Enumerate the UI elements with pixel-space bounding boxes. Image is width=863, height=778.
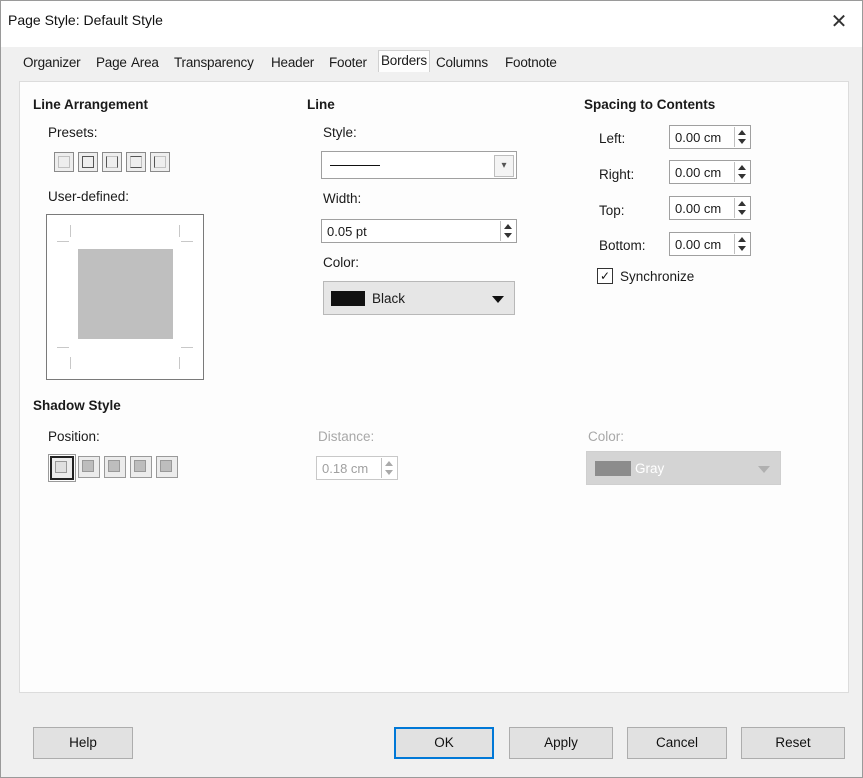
dialog-window: Page Style: Default Style ✕ Organizer Pa… xyxy=(0,0,863,778)
color-swatch xyxy=(331,291,365,306)
bottom-spacing-field[interactable]: 0.00 cm xyxy=(669,232,751,256)
line-width-value: 0.05 pt xyxy=(327,224,367,239)
ok-button[interactable]: OK xyxy=(394,727,494,759)
corner-marker-icon xyxy=(179,357,180,369)
shadow-distance-field[interactable]: 0.18 cm xyxy=(316,456,398,480)
left-spacing-value: 0.00 cm xyxy=(675,130,722,145)
bottom-spacing-value: 0.00 cm xyxy=(675,237,722,252)
tab-transparency[interactable]: Transparency xyxy=(174,55,254,70)
shadow-none-icon[interactable] xyxy=(48,454,76,482)
distance-label: Distance: xyxy=(318,429,375,444)
color-label: Color: xyxy=(323,255,360,270)
line-heading: Line xyxy=(307,97,335,112)
help-button[interactable]: Help xyxy=(33,727,133,759)
dropdown-arrow-icon xyxy=(492,296,504,303)
corner-marker-icon xyxy=(57,241,69,242)
width-label: Width: xyxy=(323,191,362,206)
shadow-top-right-icon[interactable] xyxy=(104,456,126,478)
top-spacing-value: 0.00 cm xyxy=(675,201,722,216)
line-arrangement-heading: Line Arrangement xyxy=(33,97,149,112)
preset-top-bottom-icon[interactable] xyxy=(126,152,146,172)
position-label: Position: xyxy=(48,429,100,444)
spacing-heading: Spacing to Contents xyxy=(584,97,716,112)
presets-label: Presets: xyxy=(48,125,98,140)
right-spacing-field[interactable]: 0.00 cm xyxy=(669,160,751,184)
presets-group xyxy=(54,152,170,172)
corner-marker-icon xyxy=(181,347,193,348)
bottom-label: Bottom: xyxy=(599,238,646,253)
preset-none-icon[interactable] xyxy=(54,152,74,172)
tab-footer[interactable]: Footer xyxy=(329,55,367,70)
chevron-down-icon[interactable]: ▾ xyxy=(494,155,514,177)
shadow-color-label: Color: xyxy=(588,429,625,444)
line-style-preview xyxy=(330,165,380,166)
right-label: Right: xyxy=(599,167,635,182)
preset-left-icon[interactable] xyxy=(150,152,170,172)
line-width-field[interactable]: 0.05 pt xyxy=(321,219,517,243)
corner-marker-icon xyxy=(70,357,71,369)
tab-borders[interactable]: Borders xyxy=(378,50,430,72)
line-style-dropdown[interactable]: ▾ xyxy=(321,151,517,179)
user-defined-label: User-defined: xyxy=(48,189,130,204)
corner-marker-icon xyxy=(70,225,71,237)
spin-button-icon[interactable] xyxy=(734,234,749,254)
left-spacing-field[interactable]: 0.00 cm xyxy=(669,125,751,149)
reset-button[interactable]: Reset xyxy=(741,727,845,759)
title-bar: Page Style: Default Style ✕ xyxy=(1,1,862,47)
tab-area[interactable]: Area xyxy=(131,55,159,70)
cancel-button[interactable]: Cancel xyxy=(627,727,727,759)
dropdown-arrow-icon xyxy=(758,466,770,473)
tab-page[interactable]: Page xyxy=(96,55,127,70)
tab-columns[interactable]: Columns xyxy=(436,55,488,70)
shadow-bottom-right-icon[interactable] xyxy=(78,456,100,478)
line-color-dropdown[interactable]: Black xyxy=(323,281,515,315)
spin-button-icon[interactable] xyxy=(734,198,749,218)
color-swatch xyxy=(595,461,631,476)
shadow-color-dropdown[interactable]: Gray xyxy=(586,451,781,485)
dialog-title: Page Style: Default Style xyxy=(8,12,163,28)
style-label: Style: xyxy=(323,125,357,140)
top-spacing-field[interactable]: 0.00 cm xyxy=(669,196,751,220)
left-label: Left: xyxy=(599,131,626,146)
synchronize-checkbox[interactable]: ✓ xyxy=(597,268,613,284)
preset-left-right-icon[interactable] xyxy=(102,152,122,172)
spin-button-icon[interactable] xyxy=(734,127,749,147)
tab-header[interactable]: Header xyxy=(271,55,314,70)
corner-marker-icon xyxy=(181,241,193,242)
corner-marker-icon xyxy=(57,347,69,348)
preset-box-icon[interactable] xyxy=(78,152,98,172)
user-defined-preview[interactable] xyxy=(46,214,204,380)
spin-button-icon[interactable] xyxy=(381,458,396,478)
spin-button-icon[interactable] xyxy=(734,162,749,182)
top-label: Top: xyxy=(599,203,625,218)
tab-footnote[interactable]: Footnote xyxy=(505,55,557,70)
line-color-name: Black xyxy=(372,291,406,306)
shadow-top-left-icon[interactable] xyxy=(156,456,178,478)
spin-button-icon[interactable] xyxy=(500,221,515,241)
shadow-color-name: Gray xyxy=(635,461,665,476)
border-preview-square xyxy=(78,249,173,339)
shadow-position-group xyxy=(48,454,178,482)
shadow-bottom-left-icon[interactable] xyxy=(130,456,152,478)
shadow-distance-value: 0.18 cm xyxy=(322,461,369,476)
apply-button[interactable]: Apply xyxy=(509,727,613,759)
corner-marker-icon xyxy=(179,225,180,237)
synchronize-label[interactable]: Synchronize xyxy=(620,269,694,284)
right-spacing-value: 0.00 cm xyxy=(675,165,722,180)
tab-organizer[interactable]: Organizer xyxy=(23,55,81,70)
close-icon[interactable]: ✕ xyxy=(824,7,854,37)
shadow-style-heading: Shadow Style xyxy=(33,398,121,413)
